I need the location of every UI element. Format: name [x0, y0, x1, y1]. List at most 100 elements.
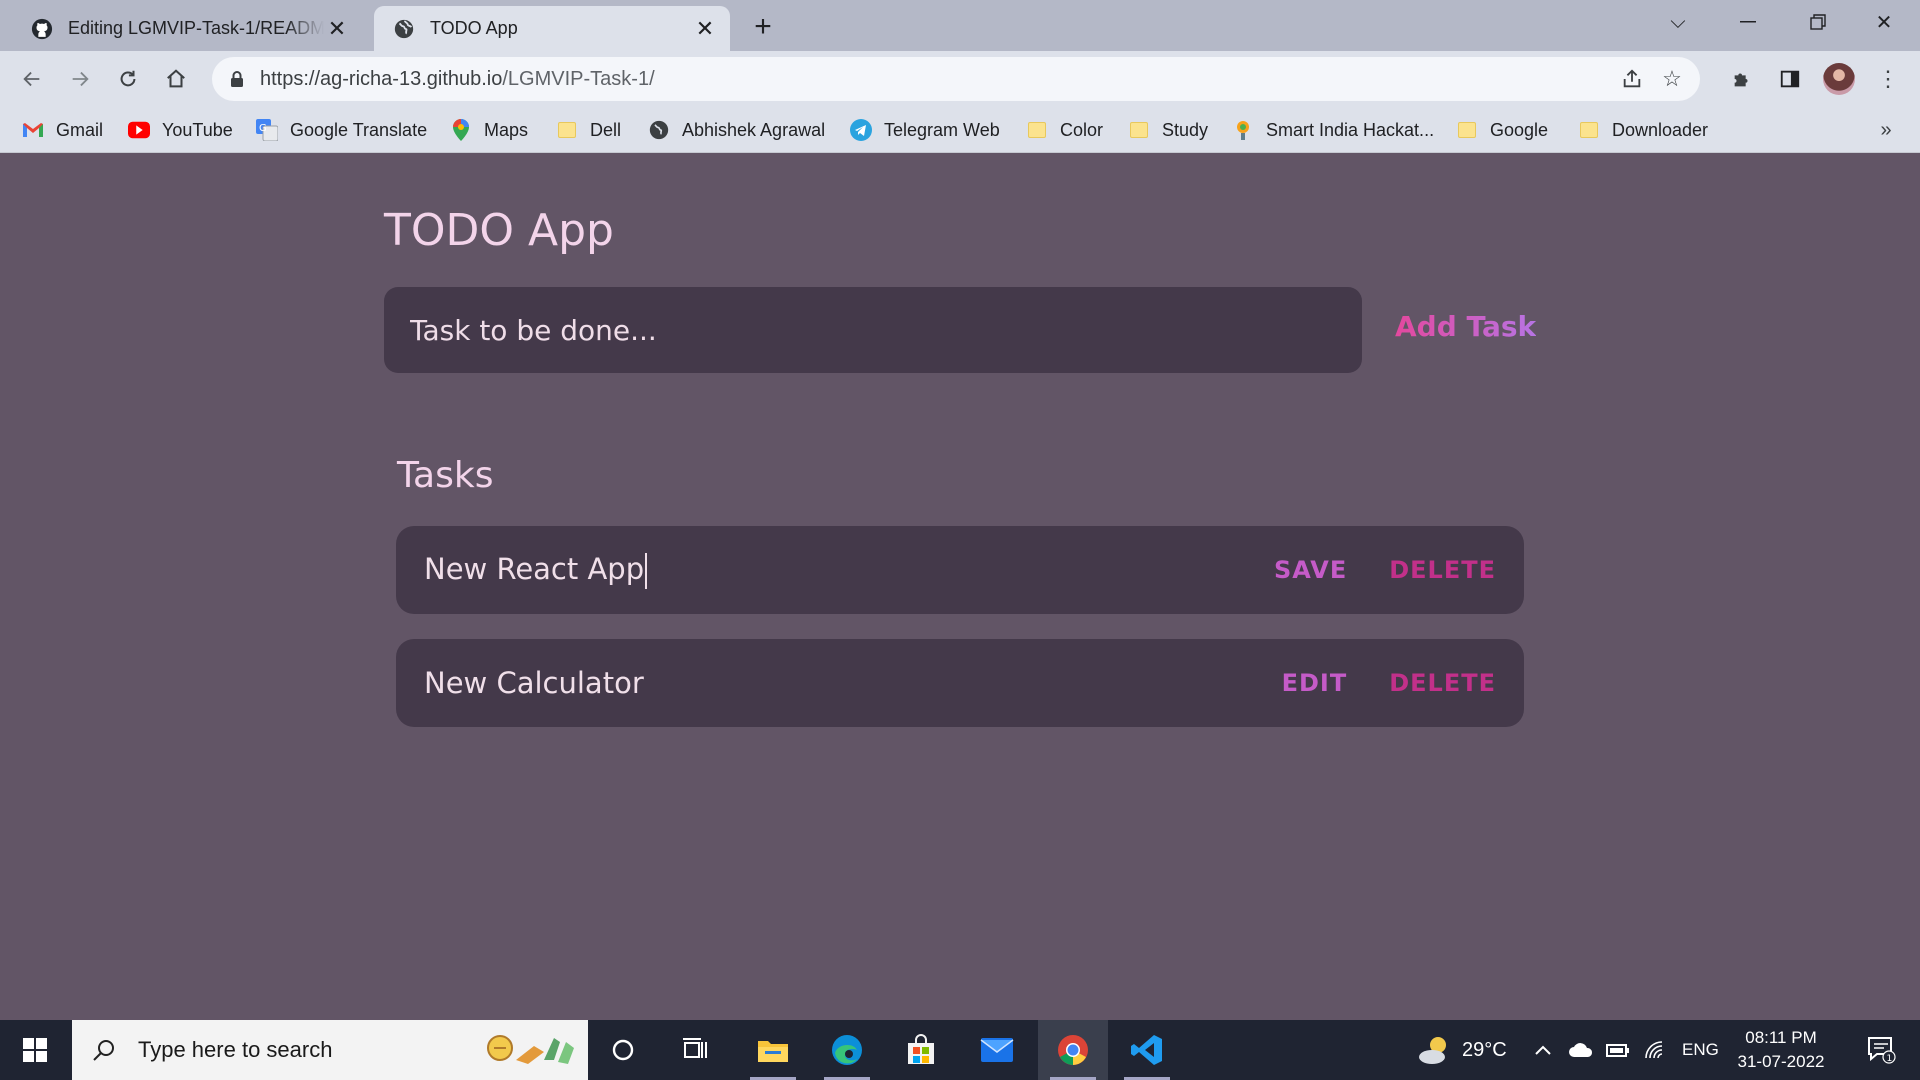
delete-button[interactable]: DELETE [1389, 556, 1496, 584]
bookmark-abhishek-agrawal[interactable]: Abhishek Agrawal [648, 107, 825, 153]
bookmark-smart-india-hackathon[interactable]: Smart India Hackat... [1232, 107, 1434, 153]
cortana-icon[interactable] [588, 1020, 658, 1080]
clock-time: 08:11 PM [1745, 1028, 1817, 1047]
bookmark-downloader[interactable]: Downloader [1578, 107, 1708, 153]
microsoft-store-icon[interactable] [886, 1020, 956, 1080]
task-text: New React App [424, 551, 645, 586]
close-window-icon[interactable]: ✕ [1852, 0, 1916, 44]
bookmark-youtube[interactable]: YouTube [128, 107, 233, 153]
bookmark-gmail[interactable]: Gmail [22, 107, 103, 153]
reload-icon[interactable] [110, 61, 146, 97]
google-translate-icon: G [256, 119, 278, 141]
language-indicator[interactable]: ENG [1682, 1020, 1719, 1080]
more-bookmarks-chevron-icon[interactable]: » [1872, 117, 1900, 143]
edge-browser-icon[interactable] [812, 1020, 882, 1080]
notification-count: 1 [1887, 1054, 1893, 1064]
bookmark-google[interactable]: Google [1456, 107, 1548, 153]
close-tab-icon[interactable]: ✕ [692, 16, 718, 42]
text-cursor [645, 552, 648, 589]
browser-menu-icon[interactable]: ⋮ [1870, 61, 1906, 97]
svg-text:G: G [259, 123, 267, 134]
bookmark-dell[interactable]: Dell [556, 107, 621, 153]
close-tab-icon[interactable]: ✕ [324, 16, 350, 42]
taskbar-search-box[interactable]: Type here to search [72, 1020, 588, 1080]
bookmark-label: Study [1162, 119, 1209, 140]
bookmark-label: Google [1490, 119, 1549, 140]
bookmark-star-icon[interactable]: ☆ [1652, 59, 1692, 99]
new-tab-plus-icon[interactable]: + [746, 10, 780, 44]
tab-editing-readme[interactable]: Editing LGMVIP-Task-1/README.md ✕ [12, 6, 362, 51]
task-input[interactable] [384, 287, 1362, 373]
tab-search-chevron-icon[interactable]: ⌵ [1646, 0, 1710, 44]
gmail-icon [22, 119, 44, 141]
language-label: ENG [1682, 1040, 1719, 1059]
folder-icon [556, 119, 578, 141]
task-text: New Calculator [424, 666, 644, 700]
todo-app-page: TODO App Add Task Tasks New React App SA… [0, 153, 1920, 1020]
telegram-icon [850, 119, 872, 141]
task-item: New Calculator EDIT DELETE [396, 639, 1524, 727]
bookmark-label: Smart India Hackat... [1266, 119, 1435, 140]
side-panel-icon[interactable] [1772, 61, 1808, 97]
restore-icon[interactable] [1786, 0, 1850, 44]
chrome-icon[interactable] [1038, 1020, 1108, 1080]
clock-date: 31-07-2022 [1737, 1052, 1825, 1071]
bookmark-maps[interactable]: Maps [450, 107, 528, 153]
search-highlight-icon [480, 1030, 580, 1070]
weather-widget[interactable]: 29°C [1418, 1020, 1507, 1080]
action-center-notification-icon[interactable]: 1 [1852, 1020, 1912, 1080]
url-host: https://ag-richa-13.github.io [260, 67, 503, 90]
tab-todo-app[interactable]: TODO App ✕ [374, 6, 730, 51]
bookmark-label: Telegram Web [884, 119, 1000, 140]
delete-button[interactable]: DELETE [1389, 669, 1496, 697]
show-hidden-icons-chevron-icon[interactable] [1534, 1020, 1552, 1080]
taskbar-clock[interactable]: 08:11 PM 31-07-2022 [1730, 1026, 1832, 1074]
bookmark-label: Gmail [56, 119, 104, 140]
bookmark-telegram-web[interactable]: Telegram Web [850, 107, 1000, 153]
url-path: /LGMVIP-Task-1/ [502, 67, 655, 90]
forward-arrow-icon[interactable] [62, 61, 98, 97]
task-view-icon[interactable] [660, 1020, 730, 1080]
share-icon[interactable] [1612, 59, 1652, 99]
extensions-puzzle-icon[interactable] [1724, 61, 1760, 97]
bookmark-study[interactable]: Study [1128, 107, 1208, 153]
bookmark-label: Google Translate [290, 119, 428, 140]
battery-icon[interactable] [1606, 1020, 1630, 1080]
add-task-button[interactable]: Add Task [1395, 310, 1536, 343]
save-button[interactable]: SAVE [1274, 556, 1347, 584]
file-explorer-icon[interactable] [738, 1020, 808, 1080]
home-icon[interactable] [158, 61, 194, 97]
github-icon [30, 17, 54, 41]
bookmark-label: Abhishek Agrawal [682, 119, 826, 140]
search-icon [90, 1038, 118, 1062]
globe-icon [648, 119, 670, 141]
back-arrow-icon[interactable] [14, 61, 50, 97]
bookmark-label: Dell [590, 119, 622, 140]
bookmarks-bar: Gmail YouTube G Google Translate Maps De… [0, 107, 1920, 153]
profile-avatar[interactable] [1823, 63, 1855, 95]
edit-button[interactable]: EDIT [1282, 669, 1348, 697]
browser-toolbar: https://ag-richa-13.github.io/LGMVIP-Tas… [0, 51, 1920, 107]
bookmark-google-translate[interactable]: G Google Translate [256, 107, 427, 153]
temperature: 29°C [1462, 1038, 1507, 1061]
bookmark-color[interactable]: Color [1026, 107, 1103, 153]
windows-start-icon[interactable] [0, 1020, 70, 1080]
address-bar[interactable]: https://ag-richa-13.github.io/LGMVIP-Tas… [212, 57, 1700, 101]
folder-icon [1128, 119, 1150, 141]
maps-icon [450, 119, 472, 141]
wifi-icon[interactable] [1644, 1020, 1666, 1080]
youtube-icon [128, 119, 150, 141]
folder-icon [1578, 119, 1600, 141]
mail-icon[interactable] [962, 1020, 1032, 1080]
tab-title: Editing LGMVIP-Task-1/README.md [68, 18, 324, 38]
tab-title: TODO App [430, 18, 518, 38]
tasks-heading: Tasks [397, 455, 494, 496]
onedrive-cloud-icon[interactable] [1568, 1020, 1594, 1080]
vscode-icon[interactable] [1112, 1020, 1182, 1080]
lock-icon[interactable] [226, 70, 248, 88]
task-edit-field[interactable]: New React App [424, 552, 1232, 589]
minimize-icon[interactable] [1716, 0, 1780, 44]
bookmark-label: Downloader [1612, 119, 1709, 140]
browser-tab-bar: Editing LGMVIP-Task-1/README.md ✕ TODO A… [0, 0, 1920, 51]
bookmark-label: YouTube [162, 119, 233, 140]
